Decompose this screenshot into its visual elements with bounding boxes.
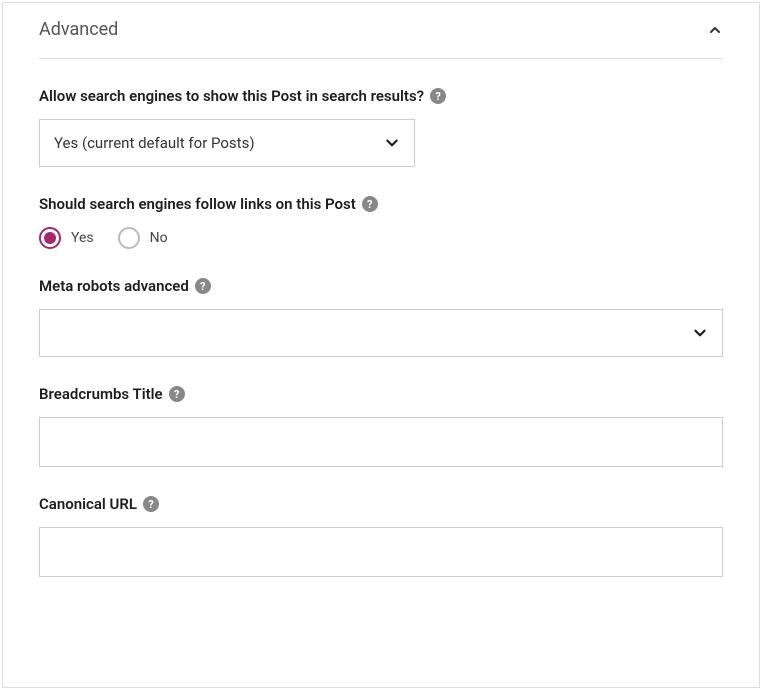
radio-yes[interactable]: Yes: [39, 227, 94, 249]
chevron-up-icon: [707, 22, 723, 38]
panel-header[interactable]: Advanced: [39, 3, 723, 59]
label-text: Allow search engines to show this Post i…: [39, 87, 424, 105]
advanced-panel: Advanced Allow search engines to show th…: [2, 2, 760, 688]
radio-label: Yes: [71, 230, 94, 246]
help-icon[interactable]: ?: [430, 88, 446, 104]
field-label: Allow search engines to show this Post i…: [39, 87, 723, 105]
follow-links-radio-group: Yes No: [39, 227, 723, 249]
canonical-input[interactable]: [39, 527, 723, 577]
radio-label: No: [150, 230, 168, 246]
label-text: Canonical URL: [39, 495, 137, 513]
breadcrumbs-input[interactable]: [39, 417, 723, 467]
radio-no[interactable]: No: [118, 227, 168, 249]
select-value: Yes (current default for Posts): [54, 134, 255, 152]
panel-title: Advanced: [39, 19, 118, 40]
field-label: Breadcrumbs Title ?: [39, 385, 723, 403]
label-text: Should search engines follow links on th…: [39, 195, 356, 213]
help-icon[interactable]: ?: [362, 196, 378, 212]
help-icon[interactable]: ?: [195, 278, 211, 294]
radio-dot: [44, 232, 56, 244]
radio-indicator: [118, 227, 140, 249]
field-canonical: Canonical URL ?: [39, 495, 723, 577]
radio-indicator: [39, 227, 61, 249]
field-label: Meta robots advanced ?: [39, 277, 723, 295]
field-label: Canonical URL ?: [39, 495, 723, 513]
meta-robots-select[interactable]: [39, 309, 723, 357]
help-icon[interactable]: ?: [143, 496, 159, 512]
field-allow-search: Allow search engines to show this Post i…: [39, 87, 723, 167]
help-icon[interactable]: ?: [169, 386, 185, 402]
allow-search-select[interactable]: Yes (current default for Posts): [39, 119, 415, 167]
field-meta-robots: Meta robots advanced ?: [39, 277, 723, 357]
label-text: Breadcrumbs Title: [39, 385, 163, 403]
field-follow-links: Should search engines follow links on th…: [39, 195, 723, 249]
field-breadcrumbs: Breadcrumbs Title ?: [39, 385, 723, 467]
label-text: Meta robots advanced: [39, 277, 189, 295]
field-label: Should search engines follow links on th…: [39, 195, 723, 213]
